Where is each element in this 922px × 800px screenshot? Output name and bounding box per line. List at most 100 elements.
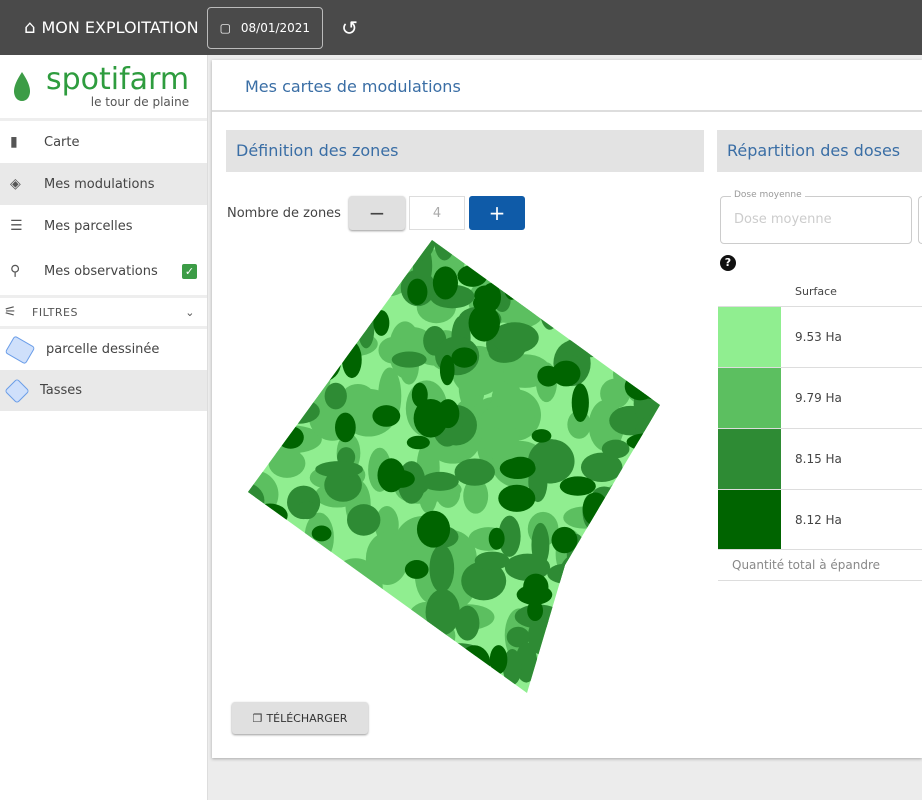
zone-patch — [248, 317, 253, 332]
farm-selector[interactable]: ⌂ MON EXPLOITATION — [24, 17, 199, 38]
zone-patch — [613, 569, 635, 594]
secondary-input[interactable] — [918, 196, 922, 244]
zone-patch — [407, 278, 428, 306]
zone-patch — [248, 670, 267, 693]
zone-patch — [506, 456, 536, 477]
parcel-item[interactable]: parcelle dessinée — [0, 329, 207, 370]
decrement-button[interactable]: − — [348, 196, 405, 230]
zone-patch — [373, 310, 390, 336]
zone-patch — [354, 590, 393, 632]
zone-patch — [613, 587, 632, 619]
zone-patch — [538, 307, 571, 322]
zone-patch — [296, 625, 313, 654]
zone-patch — [576, 552, 620, 609]
zone-patch — [458, 240, 492, 264]
sidebar-item-mes-observations[interactable]: ⚲ Mes observations ✓ — [0, 247, 207, 295]
zone-patch — [277, 426, 304, 449]
zone-patch — [291, 579, 335, 623]
zone-patch — [269, 379, 287, 410]
zone-patch — [455, 605, 480, 641]
zone-map[interactable] — [242, 235, 672, 700]
download-button[interactable]: ❐ TÉLÉCHARGER — [232, 702, 368, 734]
zone-patch — [641, 518, 660, 551]
observations-checkbox[interactable]: ✓ — [182, 263, 197, 279]
surface-header: Surface — [795, 285, 837, 298]
zone-patch — [278, 313, 305, 332]
zone-count-input[interactable]: 4 — [408, 196, 465, 230]
zone-patch — [294, 621, 319, 645]
total-quantity-label: Quantité total à épandre — [718, 549, 922, 581]
zone-patch — [322, 626, 362, 657]
zone-patch — [248, 240, 260, 266]
zone-count-control: Nombre de zones − 4 + — [227, 196, 525, 230]
zone-patch — [474, 285, 498, 306]
zone-patch — [606, 548, 640, 567]
zone-patch — [559, 476, 596, 496]
zone-patch — [436, 399, 460, 429]
zone-patch — [551, 360, 581, 387]
sidebar-item-carte[interactable]: ▮ Carte — [0, 121, 207, 163]
zone-patch — [248, 374, 284, 435]
sidebar-item-mes-modulations[interactable]: ◈ Mes modulations — [0, 163, 207, 205]
zone-patch — [258, 580, 289, 597]
dose-moyenne-input[interactable]: Dose moyenne Dose moyenne — [720, 190, 912, 244]
zone-patch — [595, 599, 611, 613]
zone-patch — [642, 610, 656, 646]
zone-patch — [278, 398, 320, 424]
history-icon[interactable]: ↺ — [341, 16, 358, 40]
zone-patch — [355, 683, 376, 693]
sidebar-item-mes-parcelles[interactable]: ☰ Mes parcelles — [0, 205, 207, 247]
zone-patch — [595, 245, 633, 269]
zone-patch — [598, 519, 634, 569]
help-icon[interactable]: ? — [720, 255, 736, 271]
zone-patch — [282, 326, 299, 347]
zone-patch — [416, 652, 454, 672]
zone-patch — [292, 298, 309, 323]
zone-patch — [248, 383, 267, 400]
zone-patch — [315, 461, 363, 478]
surface-value: 9.79 Ha — [795, 391, 842, 405]
zone-patch — [633, 381, 660, 427]
zone-color-swatch — [718, 307, 781, 367]
zone-patch — [624, 240, 658, 253]
zone-patch — [406, 435, 430, 450]
zone-patch — [594, 593, 623, 635]
filters-toggle[interactable]: ⚟ FILTRES ⌄ — [0, 295, 207, 329]
zone-patch — [634, 298, 660, 316]
zone-patch — [303, 612, 337, 645]
zone-patch — [309, 645, 344, 687]
zone-patch — [248, 379, 270, 407]
page-title: Mes cartes de modulations — [212, 60, 922, 112]
zone-patch — [634, 632, 660, 660]
zone-patch — [381, 659, 405, 692]
zone-patch — [489, 645, 508, 674]
parcel-item[interactable]: Tasses — [0, 370, 207, 411]
zone-patch — [569, 558, 584, 589]
zone-patch — [294, 673, 333, 693]
zone-patch — [248, 584, 290, 610]
zone-patch — [525, 240, 551, 259]
zone-patch — [629, 264, 660, 283]
modulation-map-icon: ◈ — [10, 176, 21, 192]
zone-patch — [282, 352, 320, 391]
zone-patch — [626, 433, 660, 451]
zone-patch — [263, 284, 290, 318]
zone-patch — [508, 240, 535, 248]
zone-patch — [481, 405, 535, 430]
zone-patch — [569, 283, 592, 308]
zone-patch — [335, 412, 356, 443]
dose-row: 9.53 Ha — [718, 306, 922, 367]
sliders-icon: ⚟ — [4, 304, 18, 320]
zone-patch — [369, 240, 393, 273]
zone-patch — [341, 666, 372, 688]
leaf-icon — [14, 71, 30, 101]
zone-patch — [280, 326, 319, 350]
zone-patch — [635, 503, 660, 535]
date-picker-button[interactable]: ▢ 08/01/2021 — [206, 6, 324, 49]
zone-patch — [258, 248, 282, 275]
zone-patch — [630, 260, 660, 306]
map-icon: ▮ — [10, 134, 18, 150]
zone-patch — [287, 240, 345, 288]
increment-button[interactable]: + — [468, 196, 525, 230]
zone-patch — [622, 240, 647, 247]
